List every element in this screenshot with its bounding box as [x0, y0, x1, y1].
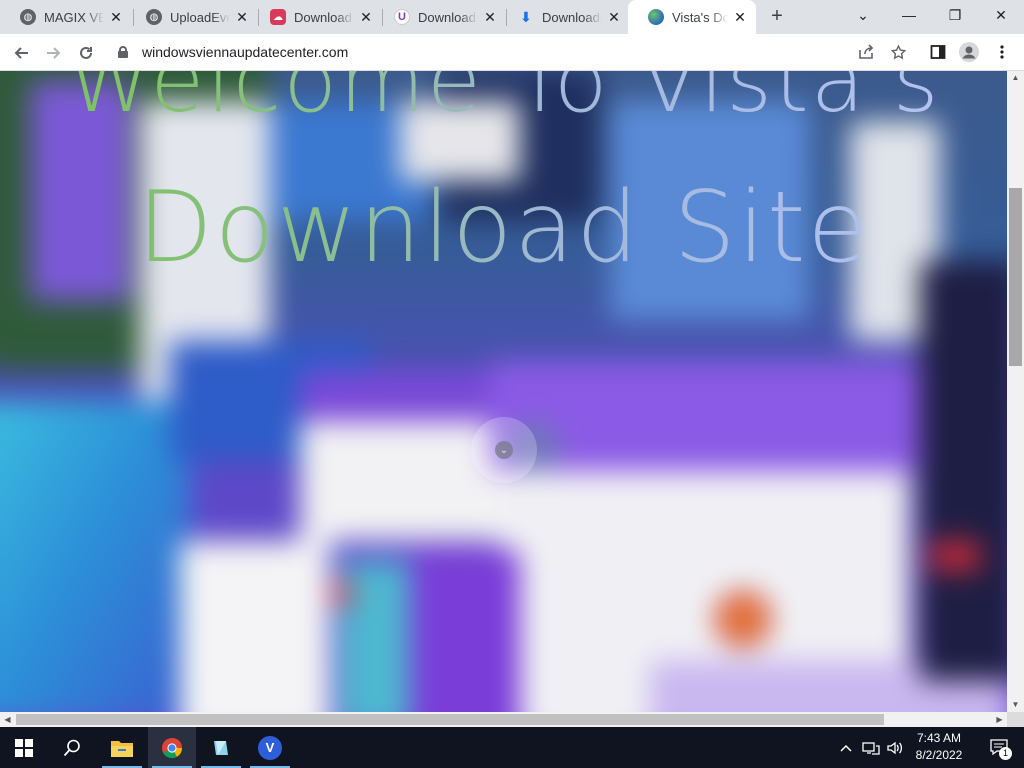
url-text[interactable]: windowsviennaupdatecenter.com — [142, 44, 348, 60]
horizontal-scroll-thumb[interactable] — [16, 714, 884, 725]
tab-title: Downloads — [542, 9, 602, 25]
page-viewport[interactable]: Welcome To Vista's Download Site ⌄ — [0, 71, 1007, 712]
browser-toolbar: windowsviennaupdatecenter.com — [0, 34, 1024, 71]
tab-strip: ◍ MAGIX VEG ✕ ◍ UploadEver ✕ ☁ Download … — [0, 0, 1024, 34]
earth-globe-icon — [648, 9, 664, 25]
star-icon — [890, 43, 906, 59]
taskbar-clock[interactable]: 7:43 AM 8/2/2022 — [904, 730, 974, 764]
blurred-background-image — [0, 71, 1007, 712]
forward-arrow-icon — [47, 47, 61, 59]
page-heading-line-2: Download Site — [0, 171, 1007, 285]
scroll-down-button[interactable]: ⌄ — [471, 417, 537, 483]
clock-time: 7:43 AM — [916, 731, 962, 745]
tab-download-2[interactable]: U Download ✕ — [374, 0, 506, 34]
avatar — [959, 42, 979, 62]
network-glyph-icon — [862, 741, 880, 755]
tab-download-1[interactable]: ☁ Download ✕ — [250, 0, 382, 34]
close-window-button[interactable]: ✕ — [978, 0, 1024, 30]
close-tab-icon[interactable]: ✕ — [482, 9, 498, 26]
page-heading-line-1: Welcome To Vista's — [0, 71, 1007, 132]
close-tab-icon[interactable]: ✕ — [234, 9, 250, 26]
horizontal-scrollbar[interactable]: ◀ ▶ — [0, 712, 1007, 727]
dots-icon — [1000, 45, 1004, 59]
reload-button[interactable] — [72, 39, 100, 67]
restore-button[interactable]: ❐ — [932, 0, 978, 30]
download-arrow-icon: ⬇ — [520, 8, 532, 25]
tab-title: Download — [294, 9, 354, 25]
cloud-red-icon: ☁ — [270, 9, 286, 25]
windows-taskbar: V 7:43 AM 8/2/2022 1 — [0, 727, 1024, 768]
scroll-down-arrow-icon[interactable]: ▼ — [1007, 698, 1024, 712]
chrome-icon — [162, 737, 183, 758]
profile-avatar-icon[interactable] — [958, 41, 980, 63]
chevron-down-icon: ⌄ — [495, 441, 513, 459]
scrollbar-corner — [1007, 712, 1024, 727]
notification-count-badge: 1 — [999, 746, 1012, 760]
show-hidden-icons-button[interactable] — [836, 727, 856, 768]
u-logo-icon: U — [394, 9, 410, 25]
network-icon[interactable] — [860, 727, 882, 768]
tab-uploadever[interactable]: ◍ UploadEver ✕ — [126, 0, 258, 34]
share-icon[interactable] — [855, 41, 877, 63]
taskbar-search-button[interactable] — [48, 727, 96, 768]
chevron-up-icon — [840, 744, 852, 752]
action-center-button[interactable]: 1 — [980, 727, 1020, 768]
tab-vistas-download[interactable]: Vista's Dov ✕ — [628, 0, 756, 34]
clock-date: 8/2/2022 — [915, 748, 963, 762]
back-button[interactable] — [7, 39, 35, 67]
scroll-left-arrow-icon[interactable]: ◀ — [0, 712, 15, 727]
side-panel-icon[interactable] — [927, 41, 949, 63]
tab-title: Vista's Dov — [672, 9, 728, 25]
globe-icon: ◍ — [20, 9, 36, 25]
app-icon — [214, 740, 228, 755]
close-tab-icon[interactable]: ✕ — [732, 9, 748, 26]
tab-title: MAGIX VEG — [44, 9, 104, 25]
new-tab-button[interactable]: + — [765, 4, 789, 30]
tab-title: Download — [418, 9, 478, 25]
app-taskbar-button[interactable] — [197, 727, 245, 768]
lock-icon[interactable] — [118, 46, 128, 58]
forward-button[interactable] — [40, 39, 68, 67]
windows-logo-icon — [15, 738, 33, 757]
tab-search-dropdown-icon[interactable]: ⌄ — [840, 0, 886, 30]
close-tab-icon[interactable]: ✕ — [606, 9, 622, 26]
panel-glyph-icon — [930, 45, 946, 59]
volume-icon[interactable] — [884, 727, 906, 768]
folder-icon — [111, 740, 133, 757]
close-tab-icon[interactable]: ✕ — [108, 9, 124, 26]
reload-icon — [80, 46, 92, 59]
start-button[interactable] — [0, 727, 48, 768]
scroll-right-arrow-icon[interactable]: ▶ — [992, 712, 1007, 727]
speaker-icon — [887, 741, 903, 754]
kebab-menu-icon[interactable] — [991, 41, 1013, 63]
vertical-scroll-thumb[interactable] — [1009, 188, 1022, 366]
v-app-icon: V — [258, 735, 282, 760]
v-app-taskbar-button[interactable]: V — [246, 727, 294, 768]
share-glyph-icon — [859, 44, 874, 59]
globe-icon: ◍ — [146, 9, 162, 25]
notification-icon: 1 — [990, 738, 1012, 760]
vertical-scrollbar[interactable]: ▲ ▼ — [1007, 71, 1024, 712]
back-arrow-icon — [14, 47, 28, 59]
tab-downloads[interactable]: ⬇ Downloads ✕ — [498, 0, 630, 34]
file-explorer-button[interactable] — [98, 727, 146, 768]
minimize-button[interactable]: — — [886, 0, 932, 30]
chrome-taskbar-button[interactable] — [148, 727, 196, 768]
tab-title: UploadEver — [170, 9, 230, 25]
tab-magix[interactable]: ◍ MAGIX VEG ✕ — [0, 0, 132, 34]
bookmark-star-icon[interactable] — [887, 41, 909, 63]
close-tab-icon[interactable]: ✕ — [358, 9, 374, 26]
search-icon — [63, 739, 80, 756]
scroll-up-arrow-icon[interactable]: ▲ — [1007, 71, 1024, 85]
